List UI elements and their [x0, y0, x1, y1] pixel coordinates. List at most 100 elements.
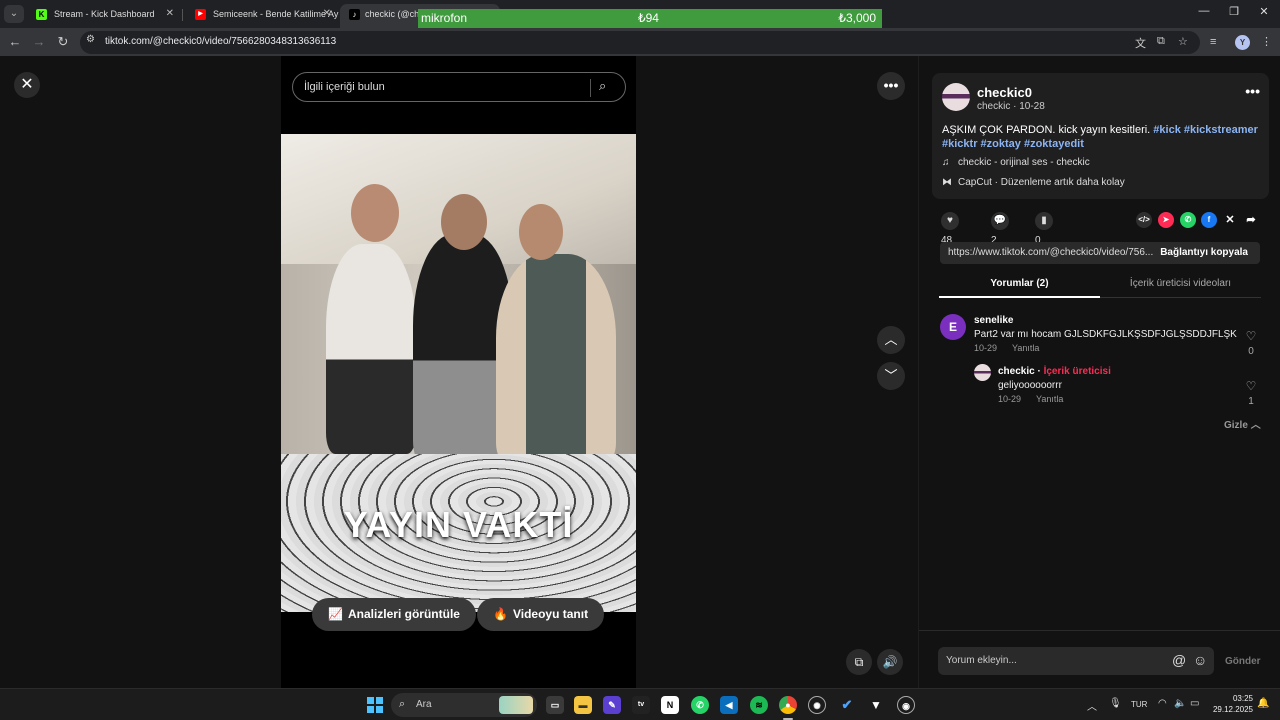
chrome-icon[interactable]: ●	[779, 696, 797, 714]
task-view-icon[interactable]: ▭	[546, 696, 564, 714]
related-search-input[interactable]: İlgili içeriği bulun ⌕	[292, 72, 626, 102]
taskbar-clock[interactable]: 03:25 29.12.2025	[1205, 693, 1253, 715]
vscode-icon[interactable]: ◀	[720, 696, 738, 714]
whatsapp-taskbar-icon[interactable]: ✆	[691, 696, 709, 714]
translate-icon[interactable]: ⽂	[1135, 35, 1146, 51]
kick-icon: K	[36, 9, 47, 20]
todo-check-icon[interactable]: ✔	[838, 696, 856, 714]
volume-icon[interactable]: 🔊	[877, 649, 903, 675]
notes-app-icon[interactable]: ✎	[603, 696, 621, 714]
notion-icon[interactable]: N	[661, 696, 679, 714]
bookmark-star-icon[interactable]: ☆	[1178, 35, 1188, 48]
site-info-icon[interactable]: ⚙	[86, 34, 95, 45]
file-explorer-icon[interactable]: ▬	[574, 696, 592, 714]
hashtag-link[interactable]: #zoktay	[981, 138, 1021, 150]
overlay-amount: ₺94	[638, 11, 659, 25]
share-arrow-icon[interactable]: ➦	[1243, 212, 1259, 228]
comment-button[interactable]: 💬2	[991, 211, 1015, 246]
tab-kick-dashboard[interactable]: K Stream - Kick Dashboard ✕	[24, 4, 182, 28]
chatgpt-icon[interactable]: ✺	[808, 696, 826, 714]
url-text[interactable]: tiktok.com/@checkic0/video/7566280348313…	[105, 36, 336, 47]
battery-icon[interactable]: ▭	[1190, 698, 1199, 709]
restore-icon[interactable]: ❐	[1225, 5, 1243, 18]
mention-icon[interactable]: @	[1172, 652, 1186, 668]
close-video-button[interactable]: ✕	[14, 72, 40, 98]
reply-button[interactable]: Yanıtla	[1012, 343, 1039, 353]
hide-replies-button[interactable]: Gizle ︿	[1224, 416, 1261, 431]
reply-username[interactable]: checkic	[998, 366, 1035, 377]
embed-icon[interactable]: </>	[1136, 212, 1152, 228]
open-in-app-icon[interactable]: ⧉	[1157, 35, 1165, 48]
spotify-icon[interactable]: ≋	[750, 696, 768, 714]
post-more-icon[interactable]: •••	[1245, 83, 1260, 99]
tab-search-chevron-icon[interactable]: ⌄	[4, 5, 24, 23]
author-display-name[interactable]: checkic0	[977, 85, 1032, 100]
profile-avatar[interactable]: Y	[1235, 35, 1250, 50]
notification-icon[interactable]: 🔔	[1257, 698, 1269, 709]
promote-button[interactable]: 🔥 Videoyu tanıt	[477, 598, 605, 631]
save-button[interactable]: ▮0	[1035, 211, 1059, 246]
reply-like-icon[interactable]: ♡	[1244, 379, 1258, 393]
hashtag-link[interactable]: #zoktayedit	[1024, 138, 1084, 150]
overlay-goal: ₺3,000	[838, 11, 876, 25]
comment-username[interactable]: senelike	[974, 315, 1013, 326]
hide-label: Gizle	[1224, 420, 1248, 431]
tray-overflow-icon[interactable]: ︿	[1087, 698, 1097, 713]
person-left-head	[351, 184, 399, 242]
send-to-friend-icon[interactable]: ➤	[1158, 212, 1174, 228]
microphone-icon[interactable]: 🎙	[1109, 698, 1122, 709]
comment-like-icon[interactable]: ♡	[1244, 329, 1258, 343]
close-icon[interactable]: ✕	[166, 4, 174, 24]
forward-arrow-icon[interactable]: →	[30, 33, 48, 51]
more-options-button[interactable]: •••	[877, 72, 905, 100]
close-icon[interactable]: ✕	[323, 4, 331, 24]
send-comment-button[interactable]: Gönder	[1225, 656, 1261, 667]
picture-in-picture-icon[interactable]: ⧉	[846, 649, 872, 675]
taskbar-search[interactable]: ⌕ Ara	[391, 693, 537, 717]
hashtag-link[interactable]: #kicktr	[942, 138, 977, 150]
hashtag-link[interactable]: #kickstreamer	[1184, 124, 1258, 136]
copy-link-button[interactable]: Bağlantıyı kopyala	[1148, 242, 1260, 264]
minimize-icon[interactable]: —	[1195, 5, 1213, 17]
capcut-link[interactable]: ⧓ CapCut · Düzenleme artık daha kolay	[942, 177, 1125, 188]
search-icon[interactable]: ⌕	[599, 78, 606, 94]
tab-creator-videos[interactable]: İçerik üreticisi videoları	[1100, 278, 1261, 289]
input-language[interactable]: TUR	[1131, 700, 1147, 709]
hashtag-link[interactable]: #kick	[1153, 124, 1181, 136]
tab-media-icon[interactable]: ≡	[1210, 36, 1216, 48]
whatsapp-icon[interactable]: ✆	[1180, 212, 1196, 228]
post-link-box: https://www.tiktok.com/@checkic0/video/7…	[940, 242, 1260, 264]
tv-app-icon[interactable]: tv	[632, 696, 650, 714]
facebook-icon[interactable]: f	[1201, 212, 1217, 228]
chevron-up-icon: ︿	[1250, 420, 1261, 431]
right-panel: checkic0 checkic · 10-28 ••• AŞKIM ÇOK P…	[918, 56, 1280, 688]
commenter-avatar[interactable]: E	[940, 314, 966, 340]
wifi-icon[interactable]: ◠	[1158, 698, 1167, 709]
x-twitter-icon[interactable]: ✕	[1222, 212, 1238, 228]
tab-youtube[interactable]: ▶ Semiceenk - Bende Katilime Ay ✕	[183, 4, 339, 28]
analytics-button[interactable]: 📈 Analizleri görüntüle	[312, 598, 476, 631]
author-avatar[interactable]	[942, 83, 970, 111]
emoji-icon[interactable]: ☺	[1193, 652, 1207, 668]
like-button[interactable]: ♥48	[941, 211, 965, 246]
speaker-icon[interactable]: 🔈	[1174, 698, 1186, 709]
creator-avatar[interactable]	[974, 364, 991, 381]
package-icon[interactable]: ▼	[867, 696, 885, 714]
comment-icon: 💬	[991, 212, 1009, 230]
address-bar[interactable]: ⚙ tiktok.com/@checkic0/video/75662803483…	[80, 31, 1200, 54]
sound-link[interactable]: ♫ checkic - orijinal ses - checkic	[942, 157, 1090, 168]
next-video-button[interactable]: ﹀	[877, 362, 905, 390]
back-arrow-icon[interactable]: ←	[6, 33, 24, 51]
close-window-icon[interactable]: ✕	[1255, 5, 1273, 18]
tab-comments[interactable]: Yorumlar (2)	[939, 278, 1100, 289]
previous-video-button[interactable]: ︿	[877, 326, 905, 354]
clock-date: 29.12.2025	[1212, 705, 1253, 714]
post-link-text[interactable]: https://www.tiktok.com/@checkic0/video/7…	[948, 247, 1156, 258]
comment-input[interactable]: Yorum ekleyin... @ ☺	[938, 647, 1214, 675]
reload-icon[interactable]: ↻	[54, 33, 72, 51]
windows-start-icon[interactable]	[367, 697, 383, 713]
video-player[interactable]: YAYIN VAKTİ	[281, 134, 636, 612]
recording-app-icon[interactable]: ◉	[897, 696, 915, 714]
reply-button[interactable]: Yanıtla	[1036, 394, 1063, 404]
menu-kebab-icon[interactable]: ⋮	[1261, 35, 1272, 48]
